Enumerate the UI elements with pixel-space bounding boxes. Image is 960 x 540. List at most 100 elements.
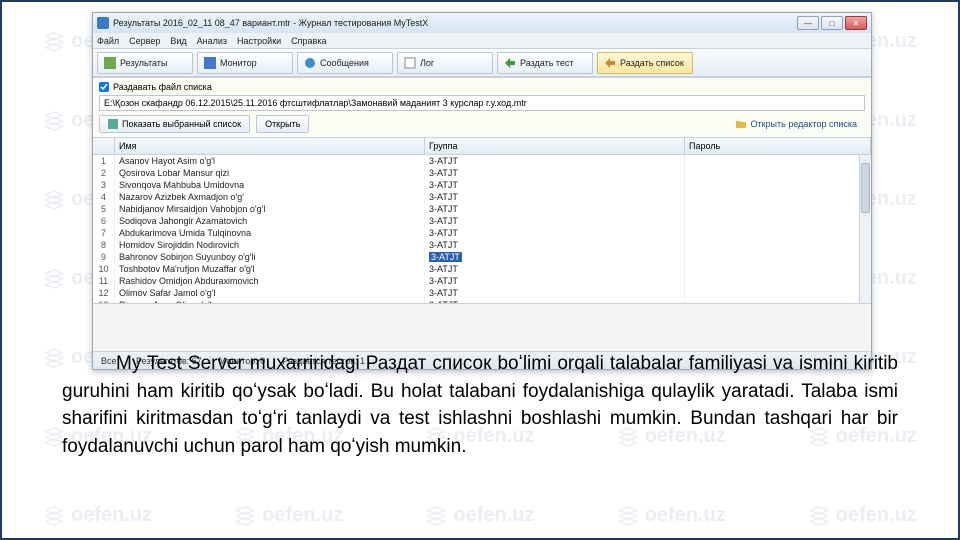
table-row[interactable]: 13Rizayev Ayoz Olim o'g'l3-ATJT xyxy=(93,299,871,303)
close-button[interactable]: ✕ xyxy=(845,16,867,30)
row-group: 3-ATJT xyxy=(425,203,685,215)
table-row[interactable]: 10Toshbotov Ma'rufjon Muzaffar o'g'l3-AT… xyxy=(93,263,871,275)
open-editor-link[interactable]: Открыть редактор списка xyxy=(728,115,865,133)
menu-view[interactable]: Вид xyxy=(170,36,186,46)
send-list-icon xyxy=(604,57,616,69)
row-num: 12 xyxy=(93,287,115,299)
table-row[interactable]: 11Rashidov Omidjon Abduraximovich3-ATJT xyxy=(93,275,871,287)
tab-messages[interactable]: Сообщения xyxy=(297,52,393,74)
scrollbar-thumb[interactable] xyxy=(861,163,870,213)
table-row[interactable]: 4Nazarov Azizbek Axmadjon o'g'3-ATJT xyxy=(93,191,871,203)
table-row[interactable]: 7Abdukarimova Umida Tulqinovna3-ATJT xyxy=(93,227,871,239)
row-password xyxy=(685,263,871,275)
panel-gap xyxy=(93,303,871,351)
row-password xyxy=(685,251,871,263)
menu-server[interactable]: Сервер xyxy=(129,36,160,46)
row-group: 3-ATJT xyxy=(425,179,685,191)
titlebar[interactable]: Результаты 2016_02_11 08_47 вариант.mtr … xyxy=(93,13,871,33)
grid-body[interactable]: 1Asanov Hayot Asim o'g'l3-ATJT2Qosirova … xyxy=(93,155,871,303)
row-num: 10 xyxy=(93,263,115,275)
table-row[interactable]: 9Bahronov Sobirjon Suyunboy o'g'li3-ATJT xyxy=(93,251,871,263)
menu-help[interactable]: Справка xyxy=(291,36,326,46)
tab-send-test[interactable]: Раздать тест xyxy=(497,52,593,74)
maximize-button[interactable]: □ xyxy=(821,16,843,30)
row-group: 3-ATJT xyxy=(425,275,685,287)
list-icon xyxy=(108,119,118,129)
tab-send-list[interactable]: Раздать список xyxy=(597,52,693,74)
slide-caption: My Test Server muxarriridagi Раздат спис… xyxy=(62,350,898,460)
row-group: 3-ATJT xyxy=(425,155,685,167)
menu-file[interactable]: Файл xyxy=(97,36,119,46)
tab-log[interactable]: Лог xyxy=(397,52,493,74)
col-name-header[interactable]: Имя xyxy=(115,138,425,154)
row-password xyxy=(685,203,871,215)
row-password xyxy=(685,155,871,167)
row-num: 6 xyxy=(93,215,115,227)
row-num: 7 xyxy=(93,227,115,239)
show-list-label: Показать выбранный список xyxy=(122,119,241,129)
toolbar: Результаты Монитор Сообщения Лог Раздать… xyxy=(93,49,871,77)
row-name: Rizayev Ayoz Olim o'g'l xyxy=(115,299,425,303)
row-name: Sodiqova Jahongir Azamatovich xyxy=(115,215,425,227)
row-name: Toshbotov Ma'rufjon Muzaffar o'g'l xyxy=(115,263,425,275)
row-num: 5 xyxy=(93,203,115,215)
row-name: Nazarov Azizbek Axmadjon o'g' xyxy=(115,191,425,203)
tab-results[interactable]: Результаты xyxy=(97,52,193,74)
row-group: 3-ATJT xyxy=(425,287,685,299)
table-row[interactable]: 8Homidov Sirojiddin Nodirovich3-ATJT xyxy=(93,239,871,251)
row-group: 3-ATJT xyxy=(425,263,685,275)
row-group: 3-ATJT xyxy=(425,251,685,263)
menu-settings[interactable]: Настройки xyxy=(237,36,281,46)
row-name: Bahronov Sobirjon Suyunboy o'g'li xyxy=(115,251,425,263)
distribute-checkbox[interactable] xyxy=(99,82,109,92)
minimize-button[interactable]: — xyxy=(797,16,819,30)
row-group: 3-ATJT xyxy=(425,215,685,227)
row-num: 8 xyxy=(93,239,115,251)
row-num: 2 xyxy=(93,167,115,179)
table-row[interactable]: 5Nabidjanov Mirsaidjon Vahobjon o'g'l3-A… xyxy=(93,203,871,215)
table-row[interactable]: 12Olimov Safar Jamol o'g'l3-ATJT xyxy=(93,287,871,299)
table-row[interactable]: 3Sivonqova Mahbuba Umidovna3-ATJT xyxy=(93,179,871,191)
tab-log-label: Лог xyxy=(420,58,434,68)
open-editor-label: Открыть редактор списка xyxy=(750,119,857,129)
send-test-icon xyxy=(504,57,516,69)
window-title: Результаты 2016_02_11 08_47 вариант.mtr … xyxy=(113,18,797,28)
row-password xyxy=(685,191,871,203)
row-name: Sivonqova Mahbuba Umidovna xyxy=(115,179,425,191)
row-group: 3-ATJT xyxy=(425,299,685,303)
grid-scrollbar[interactable] xyxy=(859,155,871,303)
row-name: Qosirova Lobar Mansur qizi xyxy=(115,167,425,179)
col-group-header[interactable]: Группа xyxy=(425,138,685,154)
col-password-header[interactable]: Пароль xyxy=(685,138,871,154)
folder-icon xyxy=(736,119,746,129)
row-name: Homidov Sirojiddin Nodirovich xyxy=(115,239,425,251)
open-button[interactable]: Открыть xyxy=(256,115,309,133)
open-label: Открыть xyxy=(265,119,300,129)
tab-send-list-label: Раздать список xyxy=(620,58,684,68)
messages-icon xyxy=(304,57,316,69)
table-row[interactable]: 6Sodiqova Jahongir Azamatovich3-ATJT xyxy=(93,215,871,227)
menu-analysis[interactable]: Анализ xyxy=(197,36,227,46)
row-password xyxy=(685,275,871,287)
row-password xyxy=(685,179,871,191)
col-num-header[interactable] xyxy=(93,138,115,154)
show-list-button[interactable]: Показать выбранный список xyxy=(99,115,250,133)
distribute-label: Раздавать файл списка xyxy=(113,82,212,92)
row-group: 3-ATJT xyxy=(425,227,685,239)
table-row[interactable]: 1Asanov Hayot Asim o'g'l3-ATJT xyxy=(93,155,871,167)
caption-text: My Test Server muxarriridagi Раздат спис… xyxy=(62,353,898,457)
row-name: Asanov Hayot Asim o'g'l xyxy=(115,155,425,167)
tab-monitor-label: Монитор xyxy=(220,58,257,68)
path-input[interactable] xyxy=(99,95,865,111)
table-row[interactable]: 2Qosirova Lobar Mansur qizi3-ATJT xyxy=(93,167,871,179)
app-window: Результаты 2016_02_11 08_47 вариант.mtr … xyxy=(92,12,872,370)
row-password xyxy=(685,239,871,251)
row-password xyxy=(685,299,871,303)
row-name: Rashidov Omidjon Abduraximovich xyxy=(115,275,425,287)
tab-send-test-label: Раздать тест xyxy=(520,58,574,68)
row-group: 3-ATJT xyxy=(425,167,685,179)
tab-monitor[interactable]: Монитор xyxy=(197,52,293,74)
grid-header: Имя Группа Пароль xyxy=(93,138,871,155)
monitor-icon xyxy=(204,57,216,69)
results-icon xyxy=(104,57,116,69)
